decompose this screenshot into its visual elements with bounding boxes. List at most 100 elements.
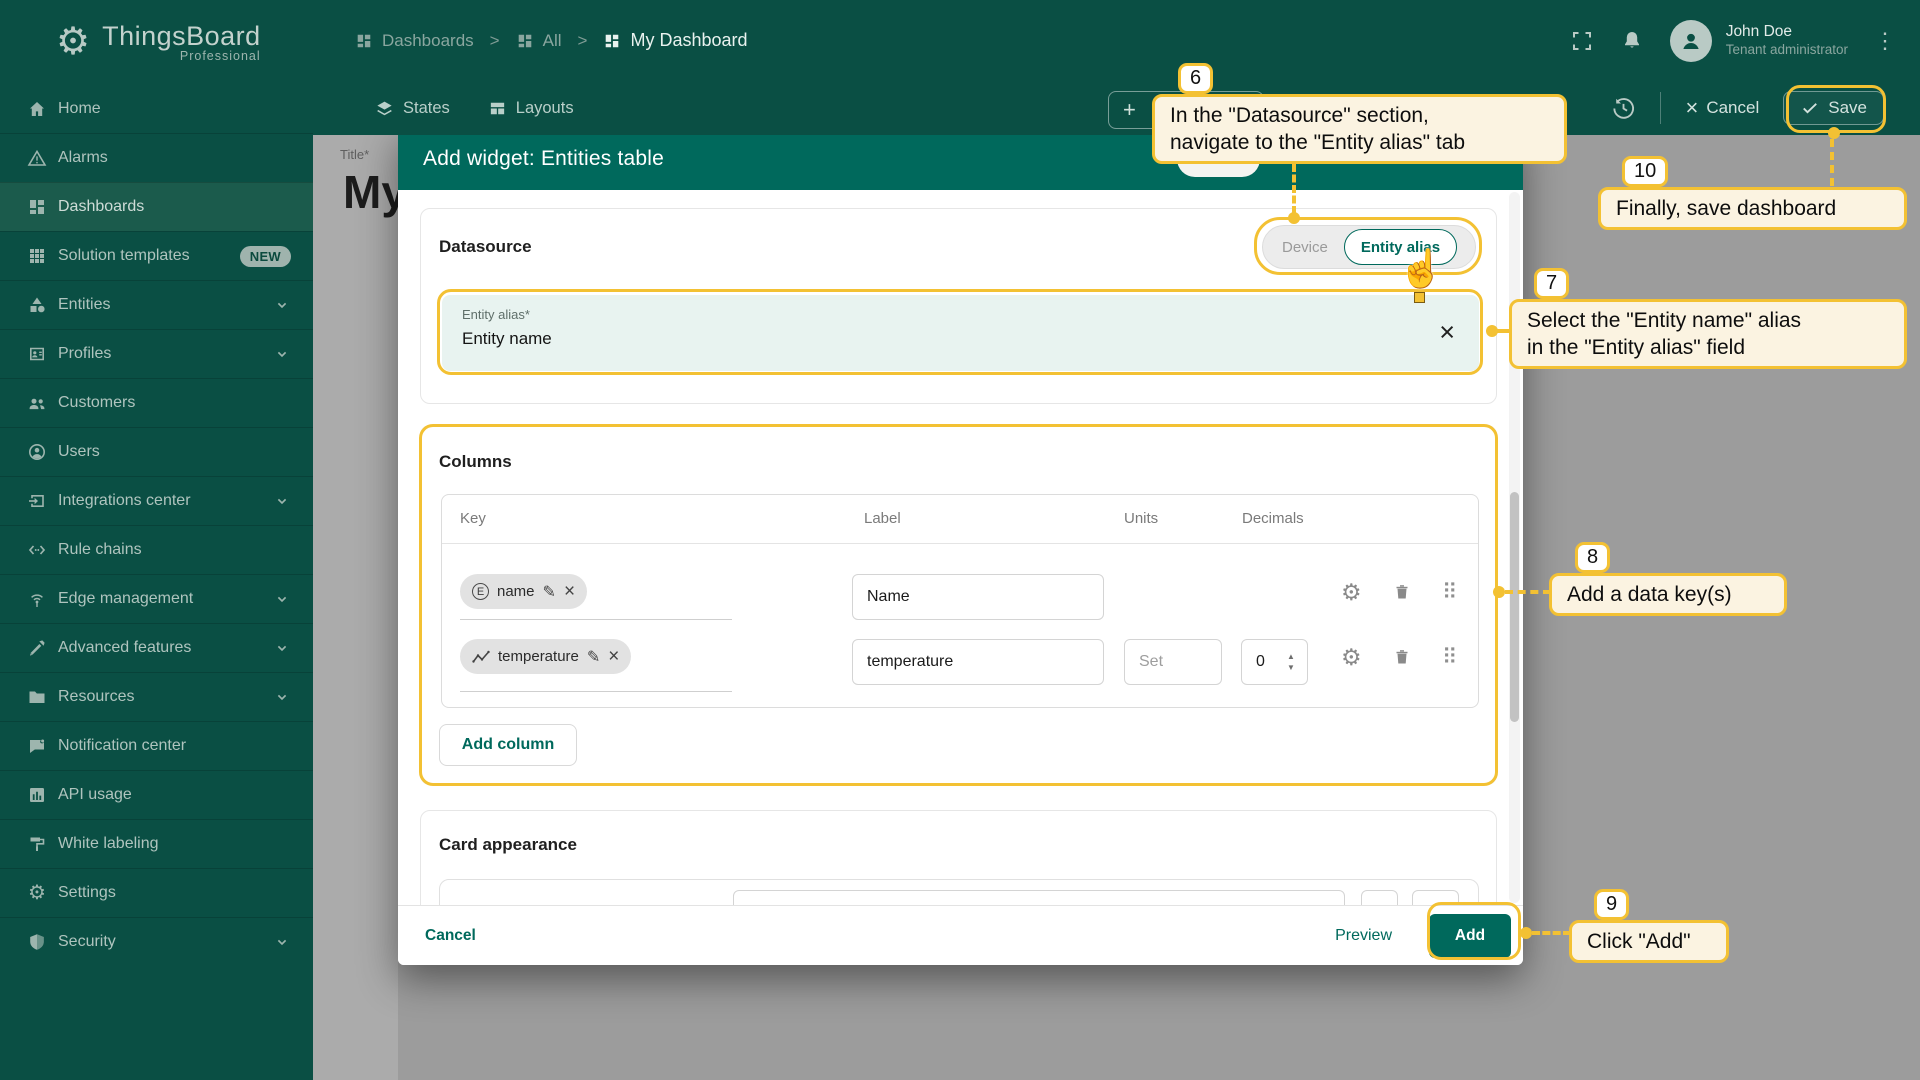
connector-dot — [1493, 586, 1505, 598]
notifications-bell-icon[interactable] — [1620, 29, 1644, 53]
dialog-footer: Cancel Preview Add — [398, 905, 1523, 965]
card-appearance-small-box[interactable] — [1361, 890, 1398, 905]
sidebar-item-users[interactable]: Users — [0, 427, 313, 476]
card-appearance-input[interactable] — [733, 890, 1345, 905]
units-input[interactable] — [1124, 639, 1222, 685]
gear-icon: ⚙ — [26, 882, 48, 904]
sidebar-item-home[interactable]: Home — [0, 84, 313, 133]
sidebar-item-security[interactable]: Security — [0, 917, 313, 966]
dashboards-icon — [26, 196, 48, 218]
user-avatar[interactable] — [1670, 20, 1712, 62]
entities-icon — [26, 294, 48, 316]
card-appearance-container — [439, 879, 1479, 905]
sidebar-item-rule-chains[interactable]: Rule chains — [0, 525, 313, 574]
card-appearance-small-box[interactable] — [1412, 890, 1459, 905]
decimals-input[interactable] — [1241, 639, 1308, 685]
dashboards-icon — [603, 32, 621, 50]
chevron-down-icon — [273, 345, 291, 363]
user-icon — [26, 441, 48, 463]
edge-antenna-icon — [26, 588, 48, 610]
preview-button[interactable]: Preview — [1335, 927, 1392, 945]
decimals-stepper[interactable]: ▲▼ — [1287, 653, 1295, 672]
drag-handle-icon[interactable]: ⠿ — [1442, 645, 1456, 670]
step-down-icon[interactable]: ▼ — [1287, 664, 1295, 672]
fullscreen-icon[interactable] — [1570, 29, 1594, 53]
customers-icon — [26, 392, 48, 414]
breadcrumb-dashboards[interactable]: Dashboards — [355, 31, 474, 51]
layouts-icon — [488, 99, 507, 118]
cancel-edit-button[interactable]: × Cancel — [1685, 97, 1759, 119]
step-up-icon[interactable]: ▲ — [1287, 653, 1295, 661]
delete-key-icon[interactable] — [1392, 582, 1412, 602]
sidebar-item-edge-management[interactable]: Edge management — [0, 574, 313, 623]
sidebar-item-settings[interactable]: ⚙ Settings — [0, 868, 313, 917]
col-header-units: Units — [1124, 495, 1158, 543]
entity-alias-field[interactable]: Entity alias* Entity name × — [442, 295, 1479, 371]
key-settings-gear-icon[interactable]: ⚙ — [1341, 646, 1362, 669]
card-appearance-section: Card appearance — [420, 810, 1497, 905]
history-icon[interactable] — [1611, 96, 1636, 121]
kebab-menu-icon[interactable]: ⋮ — [1874, 37, 1896, 45]
breadcrumb-all[interactable]: All — [516, 31, 562, 51]
dashboard-edit-toolbar: States Layouts + × Cancel Save — [313, 81, 1920, 135]
dashboard-title-value: My — [343, 165, 398, 219]
callout-number-6: 6 — [1178, 63, 1213, 94]
sidebar-item-resources[interactable]: Resources — [0, 672, 313, 721]
layouts-button[interactable]: Layouts — [488, 99, 574, 118]
sidebar: ⚙ ThingsBoard Professional Home Alarms D… — [0, 0, 313, 1080]
sidebar-item-notification-center[interactable]: Notification center — [0, 721, 313, 770]
sidebar-item-solution-templates[interactable]: Solution templates NEW — [0, 231, 313, 280]
clear-alias-icon[interactable]: × — [1439, 319, 1455, 346]
datakey-chip-name[interactable]: name ✎ × — [460, 574, 587, 609]
label-input-temperature[interactable] — [852, 639, 1104, 685]
breadcrumb-separator: > — [490, 31, 500, 51]
sidebar-item-entities[interactable]: Entities — [0, 280, 313, 329]
dialog-add-button[interactable]: Add — [1429, 914, 1511, 958]
drag-handle-icon[interactable]: ⠿ — [1442, 580, 1456, 605]
label-input-name[interactable] — [852, 574, 1104, 620]
sidebar-item-integrations-center[interactable]: Integrations center — [0, 476, 313, 525]
connector-dot — [1288, 212, 1300, 224]
connector-line — [1532, 931, 1571, 935]
remove-key-icon[interactable]: × — [608, 647, 619, 666]
states-button[interactable]: States — [375, 99, 450, 118]
add-column-button[interactable]: Add column — [439, 724, 577, 766]
user-name: John Doe — [1726, 22, 1848, 41]
user-info[interactable]: John Doe Tenant administrator — [1726, 22, 1848, 58]
col-header-label: Label — [864, 495, 901, 543]
entity-alias-field-value: Entity name — [462, 329, 1459, 349]
timeseries-icon — [472, 650, 490, 664]
states-layers-icon — [375, 99, 394, 118]
sidebar-item-dashboards[interactable]: Dashboards — [0, 182, 313, 231]
callout-8: Add a data key(s) — [1549, 573, 1787, 616]
sidebar-item-white-labeling[interactable]: White labeling — [0, 819, 313, 868]
sidebar-item-api-usage[interactable]: API usage — [0, 770, 313, 819]
delete-key-icon[interactable] — [1392, 647, 1412, 667]
datakey-chip-temperature[interactable]: temperature ✎ × — [460, 639, 631, 674]
sidebar-item-alarms[interactable]: Alarms — [0, 133, 313, 182]
edit-key-icon[interactable]: ✎ — [543, 582, 556, 602]
scrollbar-thumb[interactable] — [1510, 492, 1519, 722]
entity-alias-field-label: Entity alias* — [462, 307, 1459, 322]
remove-key-icon[interactable]: × — [564, 582, 575, 601]
sidebar-item-profiles[interactable]: Profiles — [0, 329, 313, 378]
save-dashboard-button[interactable]: Save — [1783, 91, 1884, 125]
edit-key-icon[interactable]: ✎ — [587, 647, 600, 667]
sidebar-item-customers[interactable]: Customers — [0, 378, 313, 427]
card-appearance-heading: Card appearance — [439, 835, 577, 855]
key-settings-gear-icon[interactable]: ⚙ — [1341, 581, 1362, 604]
dimmed-dashboard-settings: Title* My — [313, 135, 398, 1080]
brand-logo[interactable]: ⚙ ThingsBoard Professional — [0, 0, 313, 84]
breadcrumb-my-dashboard[interactable]: My Dashboard — [603, 30, 747, 51]
sidebar-item-advanced-features[interactable]: Advanced features — [0, 623, 313, 672]
paint-roller-icon — [26, 833, 48, 855]
top-bar: Dashboards > All > My Dashboard John Doe… — [313, 0, 1920, 81]
dialog-cancel-button[interactable]: Cancel — [425, 927, 476, 945]
connector-dot — [1520, 927, 1532, 939]
check-icon — [1800, 98, 1820, 118]
callout-9: Click "Add" — [1569, 920, 1729, 963]
device-tab[interactable]: Device — [1266, 239, 1344, 256]
table-header-divider — [442, 543, 1478, 544]
callout-6: In the "Datasource" section, navigate to… — [1152, 94, 1567, 164]
connector-dot — [1828, 127, 1840, 139]
